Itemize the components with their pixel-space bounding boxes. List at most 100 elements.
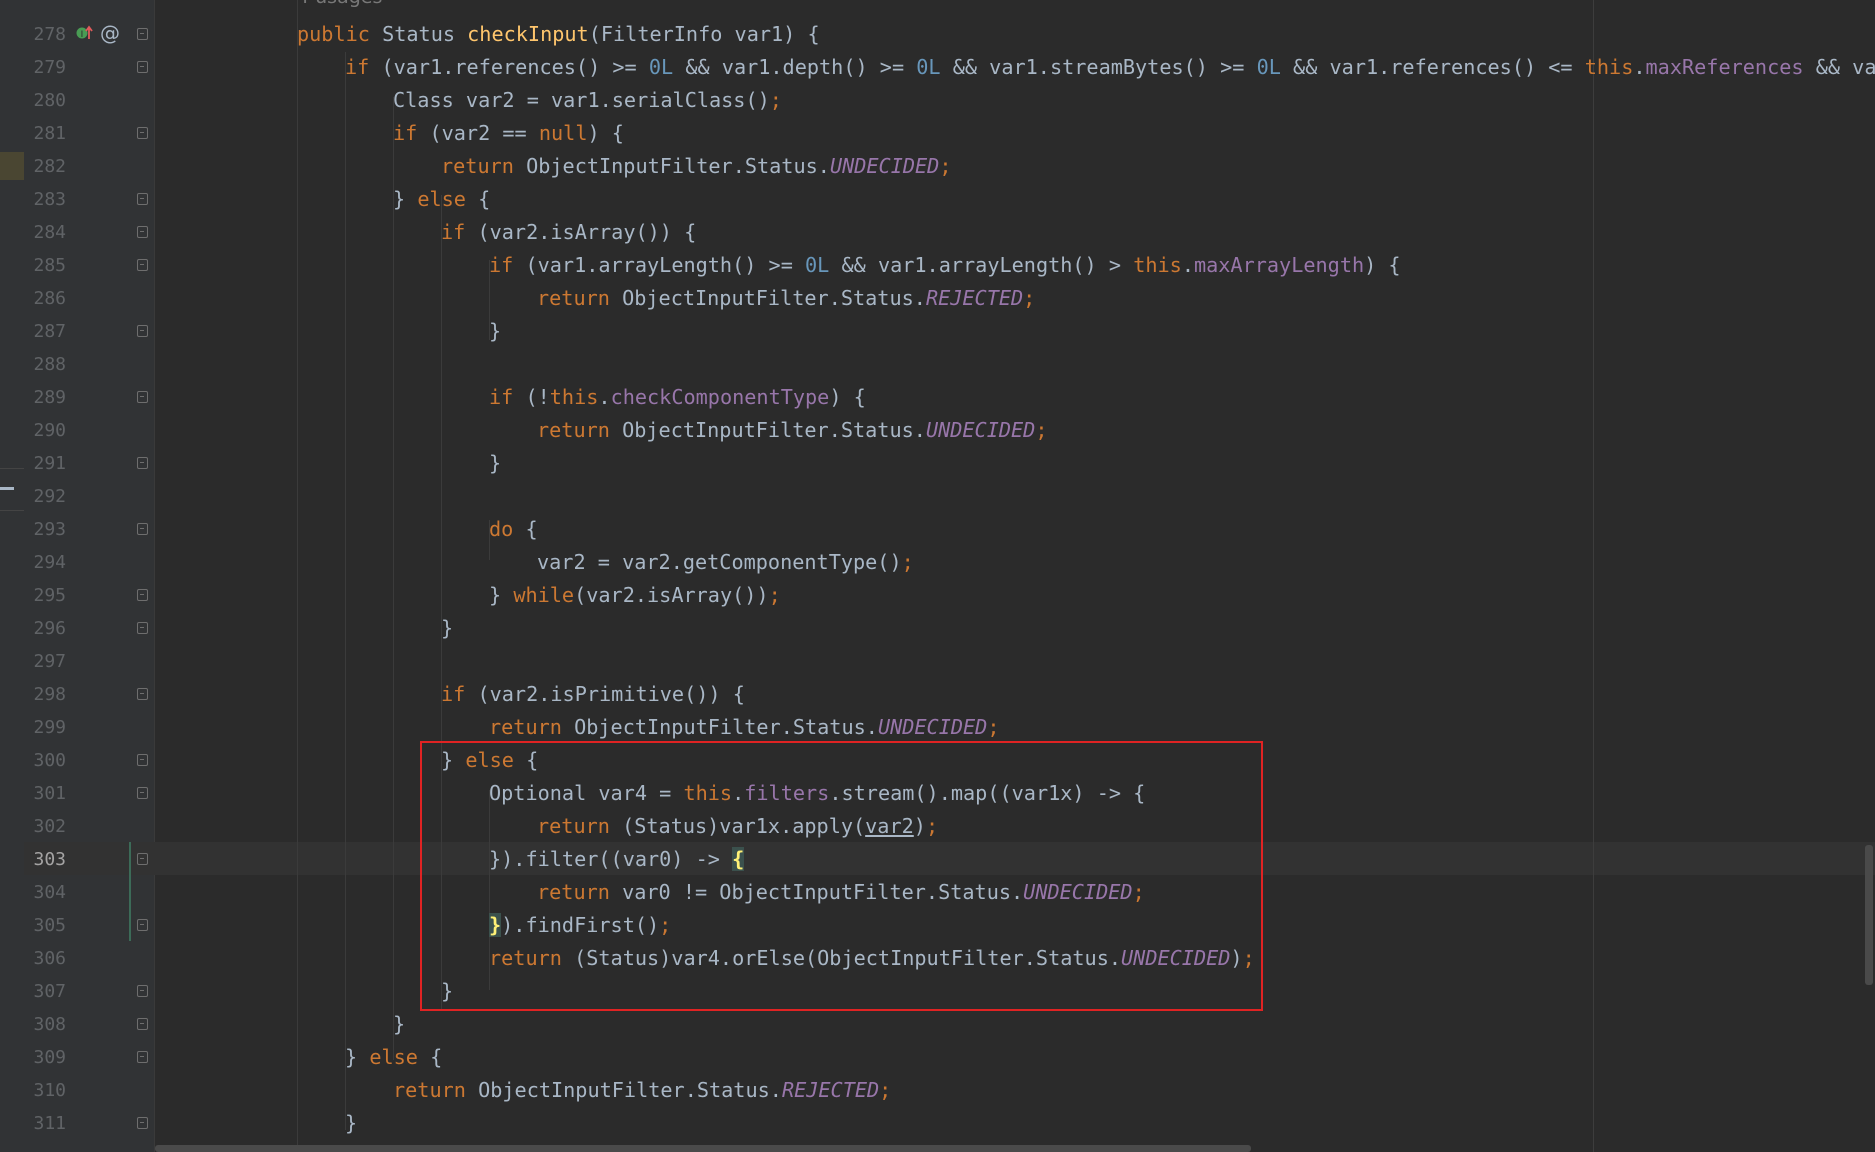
code-text[interactable]: } else { [393,183,490,216]
code-text[interactable]: return ObjectInputFilter.Status.REJECTED… [537,282,1035,315]
fold-toggle-icon[interactable] [137,919,148,931]
code-line[interactable]: 308} [0,1008,1875,1041]
code-line[interactable]: 297 [0,645,1875,678]
line-number[interactable]: 301 [24,777,66,810]
code-text[interactable]: public Status checkInput(FilterInfo var1… [297,18,820,51]
code-line[interactable]: 280 Class var2 = var1.serialClass(); [0,84,1875,117]
code-line[interactable]: 284 if (var2.isArray()) { [0,216,1875,249]
code-text[interactable]: } [393,1008,405,1041]
code-text[interactable]: } else { [345,1041,442,1074]
fold-toggle-icon[interactable] [137,754,148,766]
line-number[interactable]: 297 [24,645,66,678]
code-line[interactable]: 292 [0,480,1875,513]
line-number[interactable]: 290 [24,414,66,447]
line-number[interactable]: 291 [24,447,66,480]
code-text[interactable]: if (var2.isPrimitive()) { [441,678,745,711]
code-line[interactable]: 299 return ObjectInputFilter.Status.UNDEC… [0,711,1875,744]
code-line[interactable]: 295} while(var2.isArray()); [0,579,1875,612]
fold-toggle-icon[interactable] [137,391,148,403]
code-text[interactable]: return ObjectInputFilter.Status.REJECTED… [393,1074,891,1107]
code-line[interactable]: 290 return ObjectInputFilter.Status.UNDEC… [0,414,1875,447]
code-line[interactable]: 288 [0,348,1875,381]
line-number[interactable]: 287 [24,315,66,348]
code-line[interactable]: 279 if (var1.references() >= 0L && var1.d… [0,51,1875,84]
horizontal-scrollbar[interactable] [155,1145,1251,1152]
line-number[interactable]: 298 [24,678,66,711]
line-number[interactable]: 289 [24,381,66,414]
code-line[interactable]: 310 return ObjectInputFilter.Status.REJEC… [0,1074,1875,1107]
line-number[interactable]: 286 [24,282,66,315]
line-number[interactable]: 309 [24,1041,66,1074]
code-line[interactable]: 294 var2 = var2.getComponentType(); [0,546,1875,579]
line-number[interactable]: 278 [24,18,66,51]
line-number[interactable]: 311 [24,1107,66,1140]
fold-toggle-icon[interactable] [137,589,148,601]
code-line[interactable]: 278 public Status checkInput(FilterInfo v… [0,18,1875,51]
fold-toggle-icon[interactable] [137,787,148,799]
vertical-scrollbar[interactable] [1865,845,1873,985]
fold-toggle-icon[interactable] [137,127,148,139]
code-line[interactable]: 287} [0,315,1875,348]
line-number[interactable]: 280 [24,84,66,117]
line-number[interactable]: 293 [24,513,66,546]
line-number[interactable]: 295 [24,579,66,612]
code-text[interactable]: do { [489,513,538,546]
fold-toggle-icon[interactable] [137,688,148,700]
code-text[interactable]: var2 = var2.getComponentType(); [537,546,914,579]
fold-toggle-icon[interactable] [137,985,148,997]
code-line[interactable]: 293 do { [0,513,1875,546]
code-line[interactable]: 282 return ObjectInputFilter.Status.UNDEC… [0,150,1875,183]
code-text[interactable]: if (!this.checkComponentType) { [489,381,866,414]
fold-toggle-icon[interactable] [137,622,148,634]
fold-toggle-icon[interactable] [137,853,148,865]
code-line[interactable]: 281 if (var2 == null) { [0,117,1875,150]
code-line[interactable]: 309 } else { [0,1041,1875,1074]
fold-toggle-icon[interactable] [137,193,148,205]
fold-toggle-icon[interactable] [137,226,148,238]
code-text[interactable]: if (var2.isArray()) { [441,216,696,249]
code-text[interactable]: } [489,447,501,480]
fold-toggle-icon[interactable] [137,61,148,73]
code-text[interactable]: if (var1.references() >= 0L && var1.dept… [345,51,1875,84]
line-number[interactable]: 310 [24,1074,66,1107]
code-text[interactable]: return ObjectInputFilter.Status.UNDECIDE… [537,414,1047,447]
fold-toggle-icon[interactable] [137,28,148,40]
line-number[interactable]: 281 [24,117,66,150]
code-text[interactable]: if (var2 == null) { [393,117,624,150]
line-number[interactable]: 300 [24,744,66,777]
code-line[interactable]: 285 if (var1.arrayLength() >= 0L && var1.… [0,249,1875,282]
code-line[interactable]: 291} [0,447,1875,480]
code-line[interactable]: 286 return ObjectInputFilter.Status.REJEC… [0,282,1875,315]
fold-toggle-icon[interactable] [137,1018,148,1030]
code-text[interactable]: return ObjectInputFilter.Status.UNDECIDE… [489,711,999,744]
code-line[interactable]: 298 if (var2.isPrimitive()) { [0,678,1875,711]
fold-toggle-icon[interactable] [137,1051,148,1063]
fold-toggle-icon[interactable] [137,523,148,535]
line-number[interactable]: 296 [24,612,66,645]
fold-toggle-icon[interactable] [137,325,148,337]
code-editor[interactable]: 278 public Status checkInput(FilterInfo v… [0,0,1875,1152]
annotation-at-icon[interactable]: @ [100,19,120,47]
line-number[interactable]: 284 [24,216,66,249]
fold-toggle-icon[interactable] [137,259,148,271]
code-text[interactable]: Class var2 = var1.serialClass(); [393,84,782,117]
code-text[interactable]: } [489,315,501,348]
code-text[interactable]: } [441,612,453,645]
line-number[interactable]: 302 [24,810,66,843]
code-text[interactable]: } [345,1107,357,1140]
line-number[interactable]: 285 [24,249,66,282]
line-number[interactable]: 282 [24,150,66,183]
line-number[interactable]: 303 [24,843,66,876]
code-text[interactable]: return ObjectInputFilter.Status.UNDECIDE… [441,150,951,183]
line-number[interactable]: 279 [24,51,66,84]
code-line[interactable]: 289 if (!this.checkComponentType) { [0,381,1875,414]
code-line[interactable]: 296} [0,612,1875,645]
line-number[interactable]: 294 [24,546,66,579]
code-line[interactable]: 283 } else { [0,183,1875,216]
line-number[interactable]: 307 [24,975,66,1008]
usages-hint[interactable]: 4 usages [297,0,382,8]
line-number[interactable]: 283 [24,183,66,216]
line-number[interactable]: 305 [24,909,66,942]
fold-toggle-icon[interactable] [137,457,148,469]
line-number[interactable]: 306 [24,942,66,975]
